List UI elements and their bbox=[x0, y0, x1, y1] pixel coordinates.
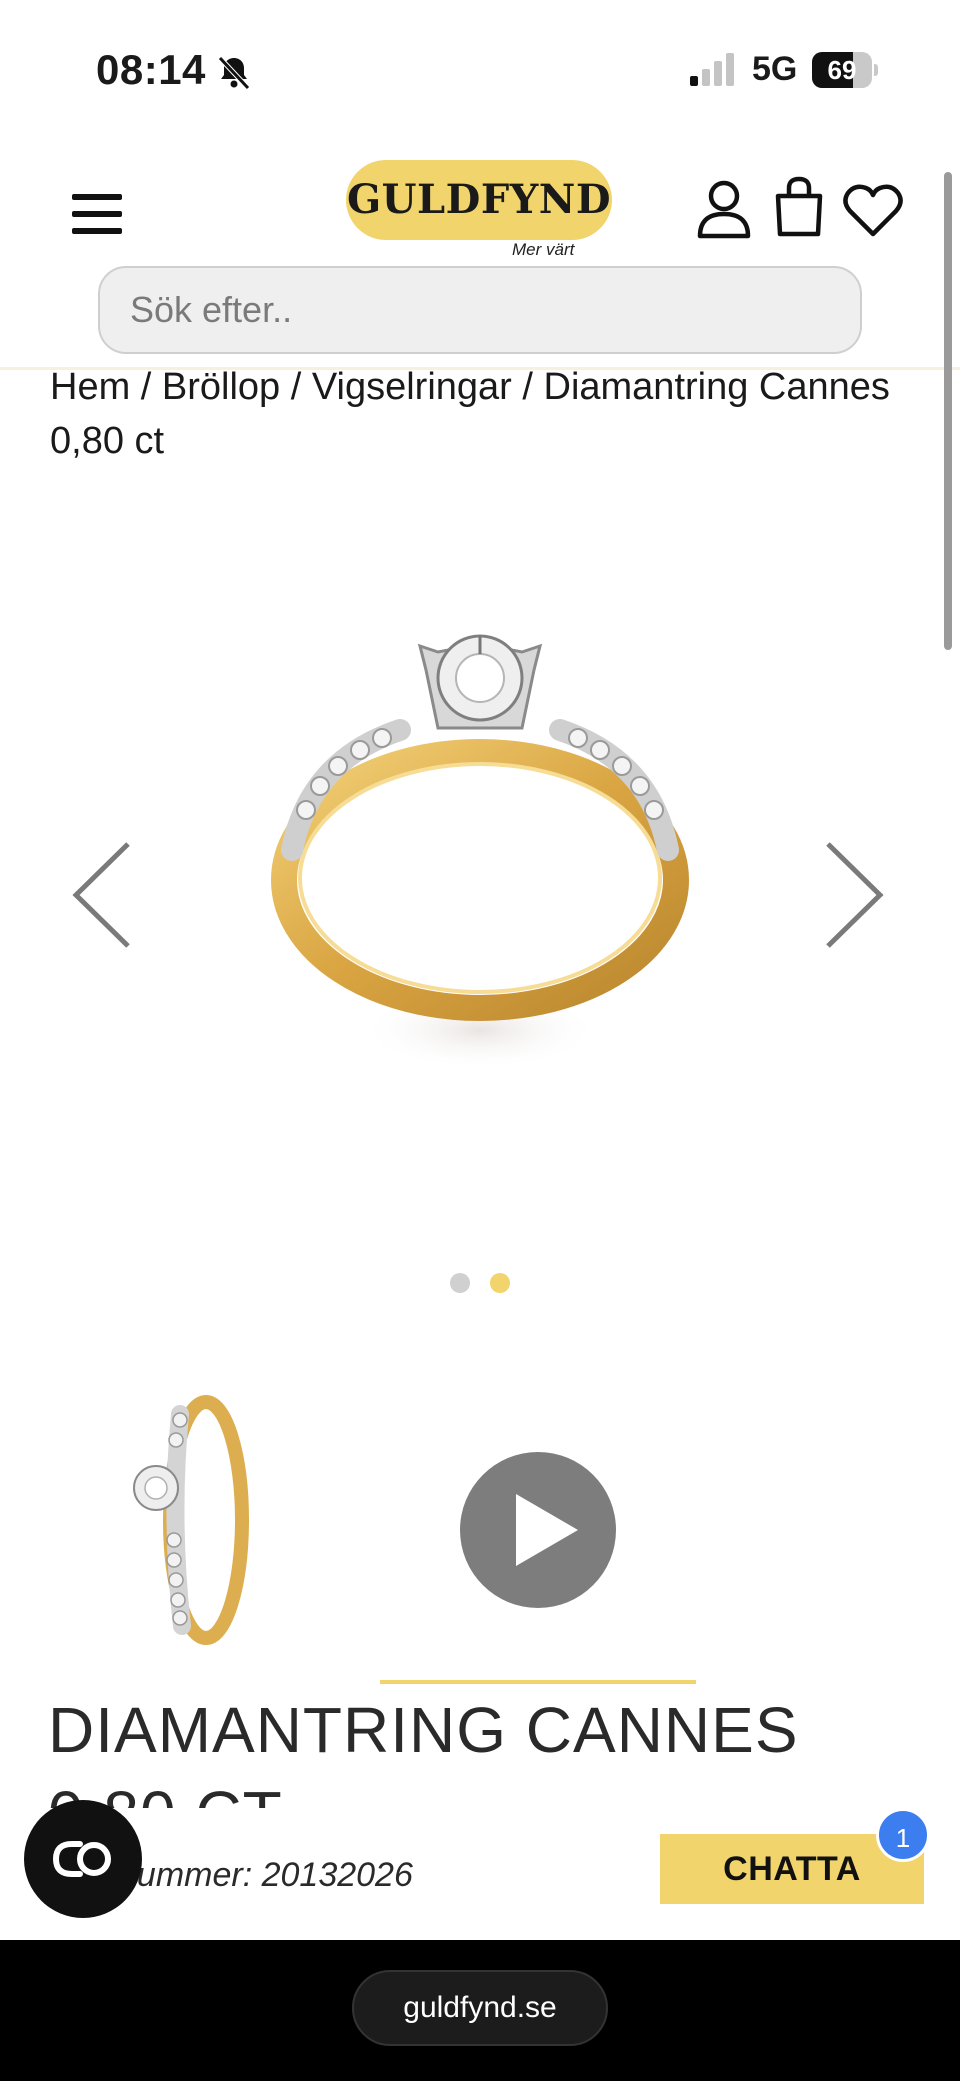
cookie-settings-button[interactable] bbox=[24, 1800, 142, 1918]
network-label: 5G bbox=[752, 50, 798, 88]
article-number: nummer: 20132026 bbox=[118, 1856, 413, 1894]
status-bar: 08:14 5G 69 bbox=[0, 0, 960, 130]
product-title: DIAMANTRING CANNES 0,80 CT bbox=[48, 1694, 799, 1808]
cookie-consent-icon bbox=[52, 1841, 111, 1877]
previous-arrow-icon[interactable] bbox=[68, 840, 138, 950]
status-time: 08:14 bbox=[96, 46, 206, 93]
signal-icon bbox=[690, 53, 734, 86]
battery-text: 69 bbox=[827, 55, 857, 85]
hamburger-menu-icon[interactable] bbox=[72, 192, 122, 236]
battery-indicator: 69 bbox=[812, 52, 878, 88]
logo-text: GULDFYND bbox=[346, 176, 612, 223]
next-arrow-icon[interactable] bbox=[818, 840, 888, 950]
slide-dot[interactable] bbox=[450, 1273, 470, 1293]
shopping-bag-icon[interactable] bbox=[772, 176, 826, 238]
thumbnail-ring-image[interactable] bbox=[110, 1390, 270, 1650]
logo[interactable]: GULDFYND bbox=[346, 160, 612, 240]
logo-tagline: Mer värt bbox=[512, 240, 575, 259]
slide-indicator bbox=[450, 1273, 520, 1293]
scrollbar[interactable] bbox=[944, 172, 952, 650]
user-icon[interactable] bbox=[696, 178, 752, 240]
browser-toolbar: guldfynd.se bbox=[0, 1940, 960, 2081]
thumbnail-row bbox=[0, 1380, 960, 1684]
play-video-button[interactable] bbox=[460, 1452, 616, 1608]
product-title-container: DIAMANTRING CANNES 0,80 CT bbox=[48, 1688, 928, 1808]
chat-notification-badge: 1 bbox=[876, 1808, 930, 1862]
thumbnail-underline bbox=[380, 1680, 696, 1684]
ring-image[interactable] bbox=[270, 560, 690, 1120]
bell-slash-icon bbox=[218, 56, 250, 90]
play-icon bbox=[516, 1494, 578, 1566]
site-header: GULDFYND Mer värt bbox=[0, 130, 960, 370]
search-input[interactable] bbox=[98, 266, 862, 354]
slide-dot[interactable] bbox=[490, 1273, 510, 1293]
breadcrumb[interactable]: Hem / Bröllop / Vigselringar / Diamantri… bbox=[50, 360, 910, 468]
product-gallery bbox=[0, 480, 960, 1340]
heart-icon[interactable] bbox=[842, 182, 904, 238]
url-bar[interactable]: guldfynd.se bbox=[352, 1970, 608, 2046]
